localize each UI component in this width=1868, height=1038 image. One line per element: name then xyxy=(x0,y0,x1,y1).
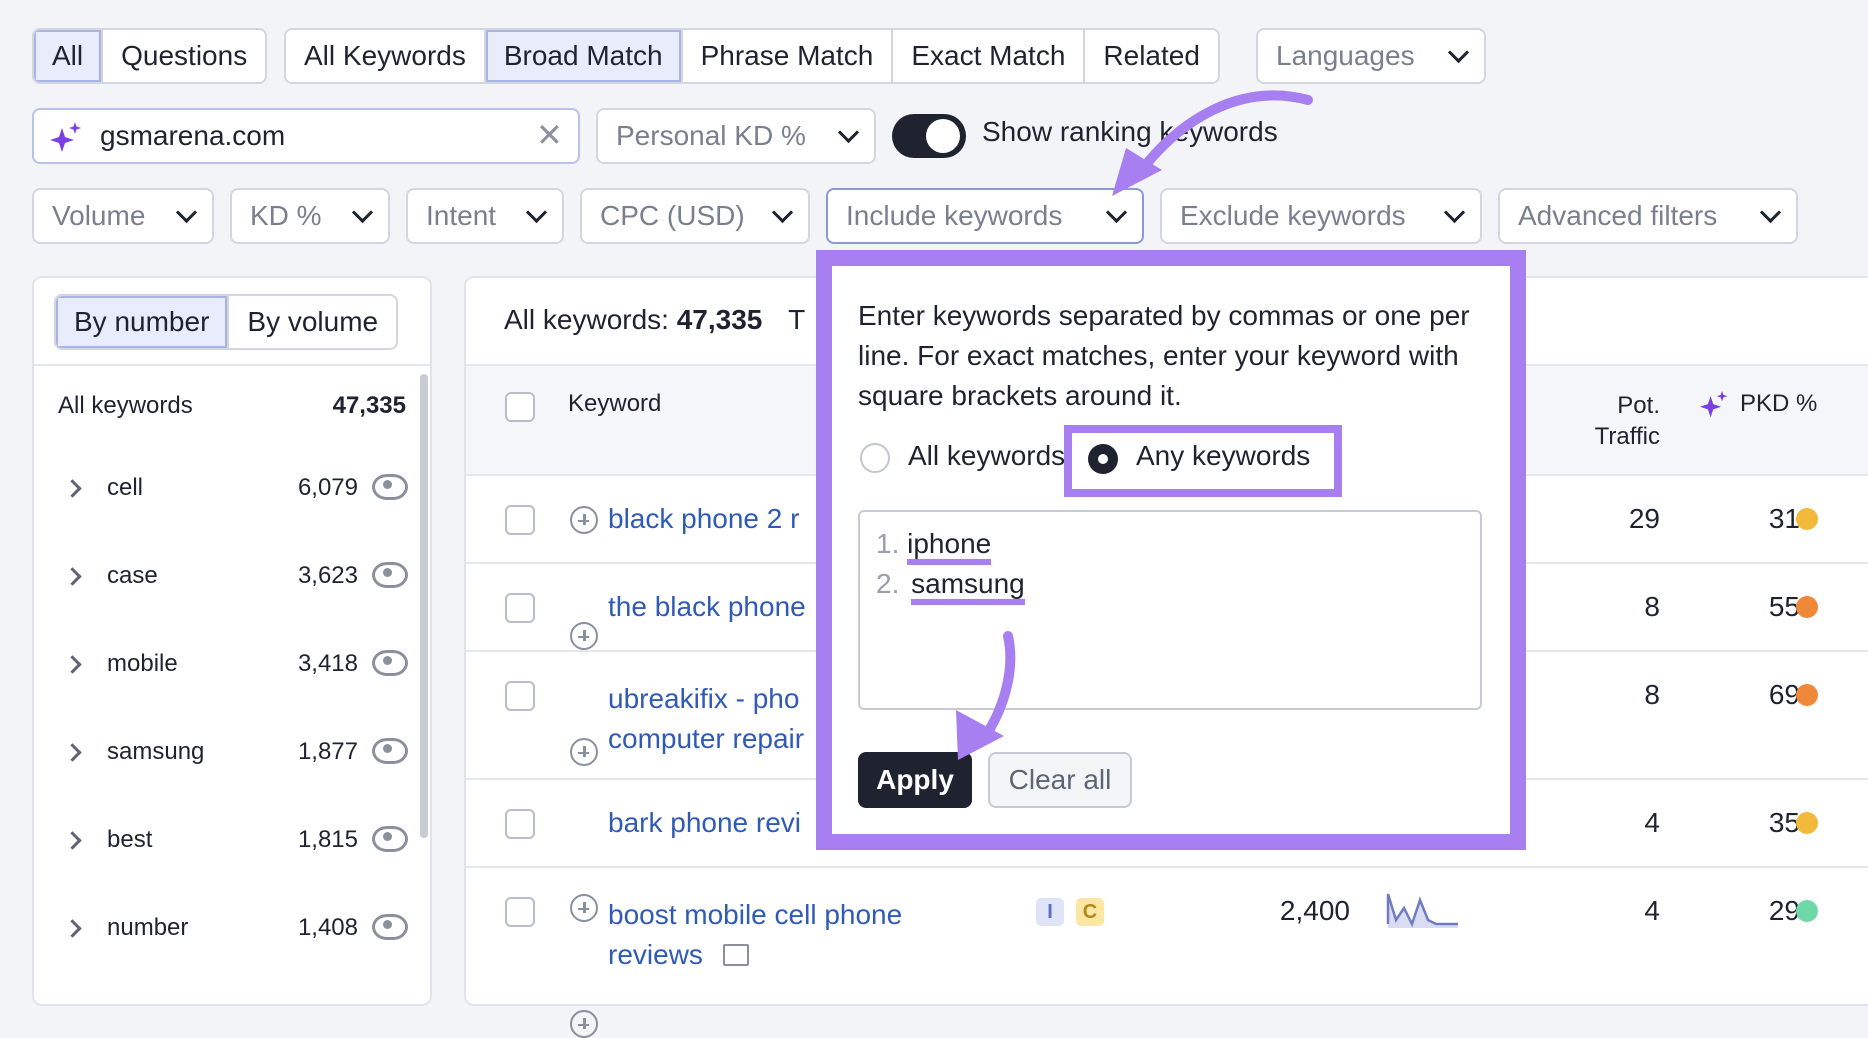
arrow-to-apply-button xyxy=(979,631,1016,743)
annotation-arrows xyxy=(956,90,1313,760)
arrow-to-include-filter xyxy=(1135,90,1313,177)
add-keyword-icon[interactable] xyxy=(570,1010,598,1038)
